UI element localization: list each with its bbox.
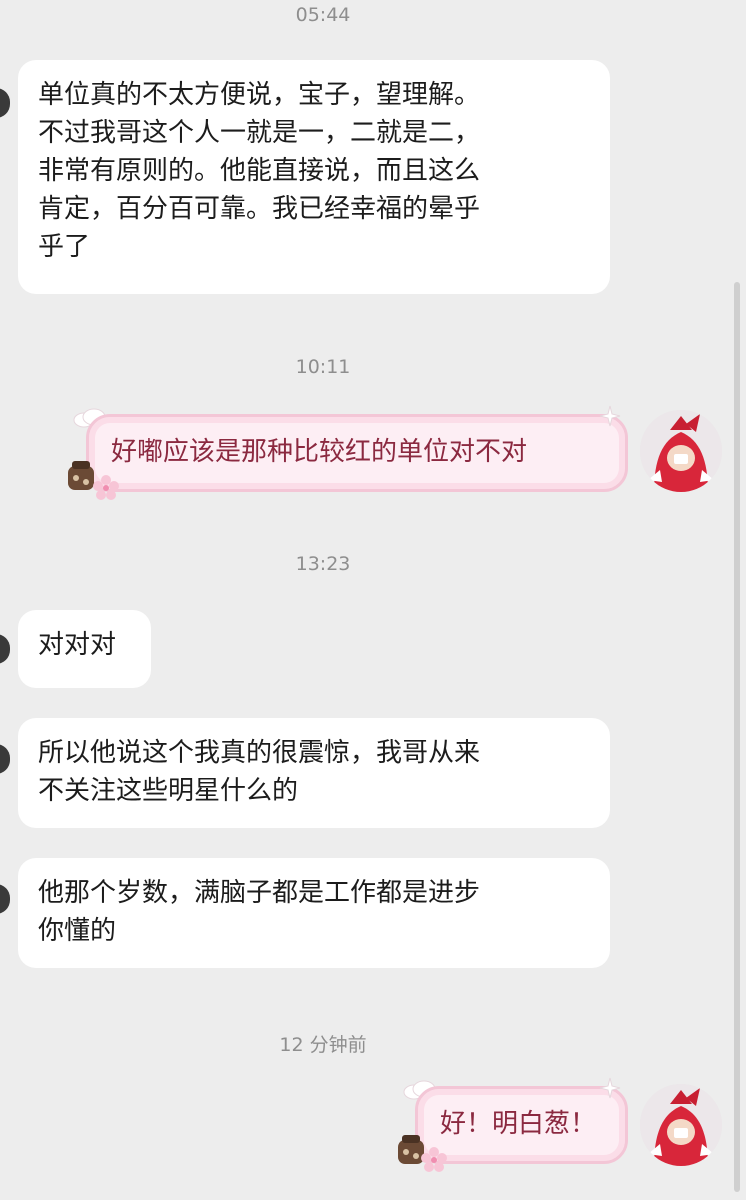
sparkle-decoration-icon (598, 1076, 622, 1104)
timestamp-0544: 05:44 (295, 4, 351, 26)
message-bubble-incoming[interactable]: 对对对 (18, 610, 151, 688)
sender-avatar-edge[interactable] (0, 744, 10, 774)
message-text: 好！明白葱！ (440, 1109, 597, 1139)
message-bubble-incoming[interactable]: 他那个岁数，满脑子都是工作都是进步 你懂的 (18, 858, 610, 968)
my-avatar[interactable] (640, 410, 722, 492)
my-avatar[interactable] (640, 1084, 722, 1166)
message-text: 对对对 (38, 630, 117, 660)
sender-avatar-edge[interactable] (0, 88, 10, 118)
message-text: 单位真的不太方便说，宝子，望理解。 不过我哥这个人一就是一，二就是二， 非常有原… (38, 80, 481, 262)
timestamp-1323: 13:23 (295, 553, 351, 575)
red-cartoon-avatar-icon (640, 410, 722, 492)
message-text: 他那个岁数，满脑子都是工作都是进步 你懂的 (38, 878, 481, 946)
message-text: 好嘟应该是那种比较红的单位对不对 (111, 437, 528, 467)
scrollbar[interactable] (734, 282, 740, 1192)
message-bubble-incoming[interactable]: 所以他说这个我真的很震惊，我哥从来 不关注这些明星什么的 (18, 718, 610, 828)
message-bubble-outgoing[interactable]: 好嘟应该是那种比较红的单位对不对 (86, 414, 628, 492)
message-bubble-incoming[interactable]: 单位真的不太方便说，宝子，望理解。 不过我哥这个人一就是一，二就是二， 非常有原… (18, 60, 610, 294)
sparkle-decoration-icon (598, 404, 622, 432)
cherry-blossom-icon (420, 1146, 448, 1178)
red-cartoon-avatar-icon (640, 1084, 722, 1166)
sender-avatar-edge[interactable] (0, 884, 10, 914)
sender-avatar-edge[interactable] (0, 634, 10, 664)
cherry-blossom-icon (92, 474, 120, 506)
message-text: 所以他说这个我真的很震惊，我哥从来 不关注这些明星什么的 (38, 738, 481, 806)
timestamp-12-minutes-ago: 12 分钟前 (279, 1034, 367, 1056)
timestamp-1011: 10:11 (295, 356, 351, 378)
